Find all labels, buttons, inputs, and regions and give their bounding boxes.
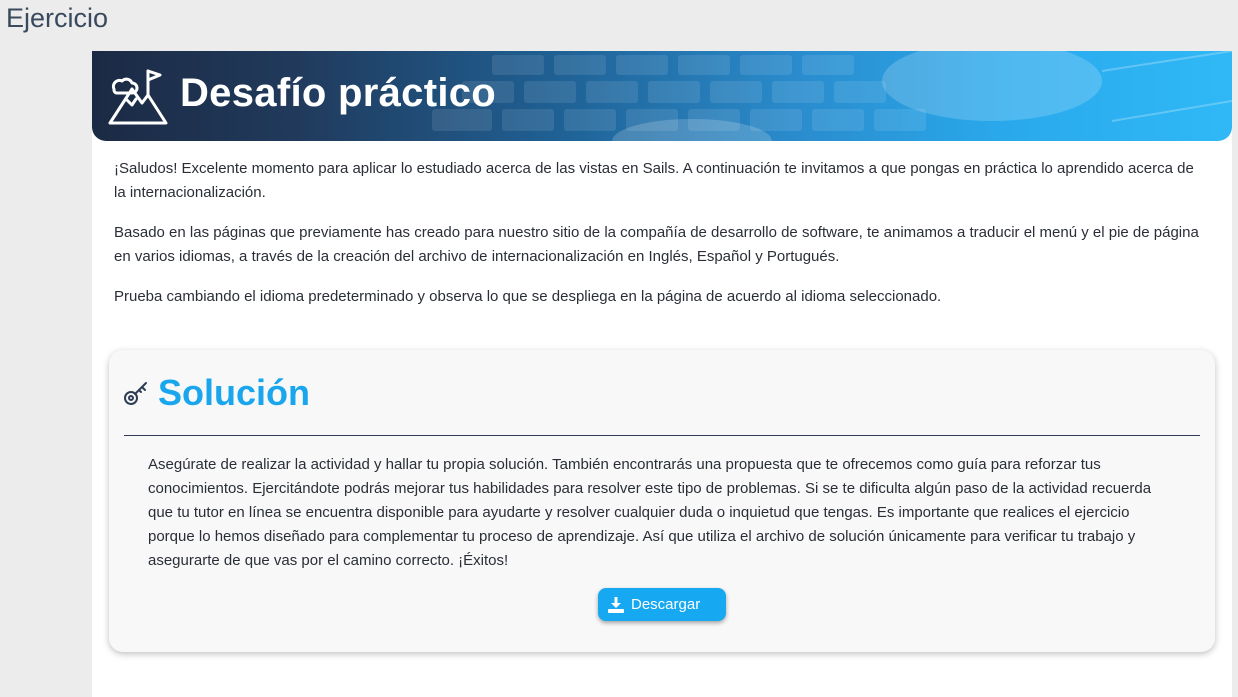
solution-title: Solución <box>158 372 310 413</box>
intro-paragraph: ¡Saludos! Excelente momento para aplicar… <box>114 160 1194 201</box>
key-icon <box>124 382 147 405</box>
solution-description: Asegúrate de realizar la actividad y hal… <box>148 456 1152 569</box>
content-card: Desafío práctico ¡Saludos! Excelente mom… <box>92 51 1232 697</box>
intro-section: ¡Saludos! Excelente momento para aplicar… <box>114 157 1204 325</box>
download-icon <box>608 597 624 613</box>
solution-panel: Solución Asegúrate de realizar la activi… <box>109 350 1215 652</box>
intro-paragraph: Basado en las páginas que previamente ha… <box>114 224 1199 265</box>
download-label: Descargar <box>631 596 701 613</box>
challenge-banner: Desafío práctico <box>92 51 1232 141</box>
divider <box>124 435 1200 436</box>
intro-paragraph: Prueba cambiando el idioma predeterminad… <box>114 288 942 305</box>
banner-title: Desafío práctico <box>180 71 497 115</box>
page-title: Ejercicio <box>6 3 109 33</box>
mountain-flag-icon <box>108 69 168 125</box>
download-button[interactable]: Descargar <box>598 588 726 621</box>
